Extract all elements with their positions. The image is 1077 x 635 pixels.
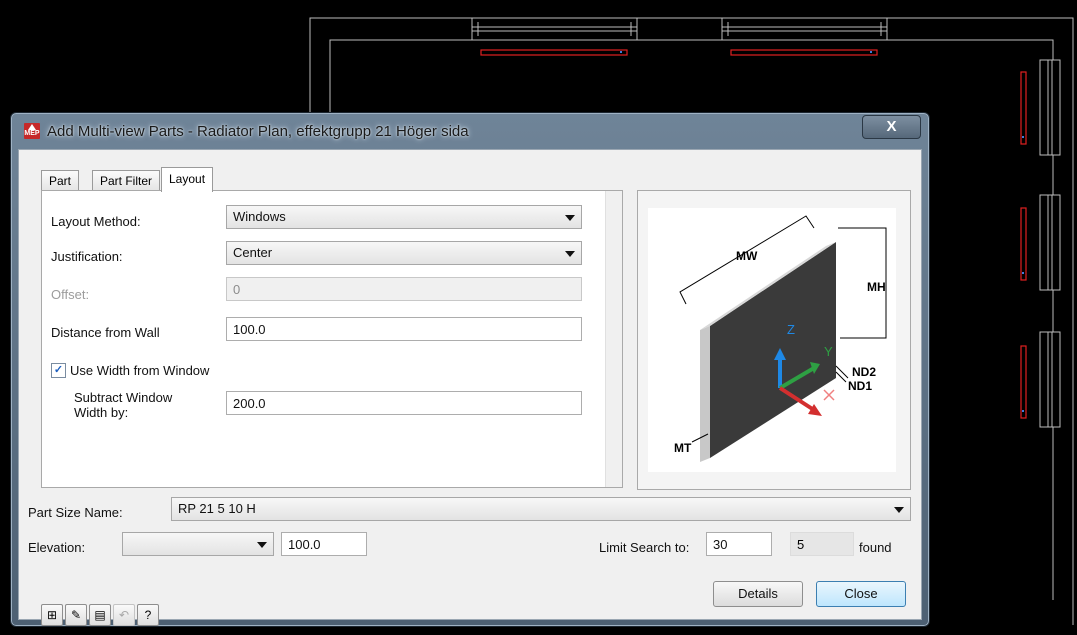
- subtract-window-width-field[interactable]: 200.0: [226, 391, 582, 415]
- tab-part-filter[interactable]: Part Filter: [92, 170, 161, 191]
- part-size-name-combo[interactable]: RP 21 5 10 H: [171, 497, 911, 521]
- subtract-window-label-line2: Width by:: [74, 405, 129, 420]
- properties-icon[interactable]: ▤: [89, 604, 111, 626]
- limit-search-label: Limit Search to:: [599, 540, 690, 555]
- radiator-panel: [710, 242, 836, 458]
- radiator-preview-frame: MW MH ND2 ND1 MT Z Y: [637, 190, 911, 490]
- layout-method-label: Layout Method:: [51, 214, 141, 229]
- y-label: Y: [824, 344, 833, 359]
- part-catalog-icon[interactable]: ⊞: [41, 604, 63, 626]
- subtract-window-label-line1: Subtract Window: [74, 390, 173, 405]
- tab-layout[interactable]: Layout: [161, 167, 214, 192]
- dialog-client-area: Part Part Filter Layout Layout Method: W…: [18, 149, 922, 626]
- dialog-title: Add Multi-view Parts - Radiator Plan, ef…: [47, 123, 469, 140]
- offset-field[interactable]: 0: [226, 277, 582, 301]
- chevron-down-icon: [565, 251, 575, 257]
- distance-from-wall-label: Distance from Wall: [51, 325, 160, 340]
- details-button[interactable]: Details: [713, 581, 803, 607]
- mh-label: MH: [867, 280, 886, 294]
- layout-tab-panel: Layout Method: Windows Justification: Ce…: [41, 190, 623, 488]
- mep-app-icon: MEP: [24, 123, 40, 139]
- undo-icon[interactable]: ↶: [113, 604, 135, 626]
- z-label: Z: [787, 322, 795, 337]
- chevron-down-icon: [257, 542, 267, 548]
- justification-combo[interactable]: Center: [226, 241, 582, 265]
- radiator-preview: MW MH ND2 ND1 MT Z Y: [648, 208, 896, 472]
- offset-label: Offset:: [51, 287, 90, 302]
- elevation-field[interactable]: 100.0: [281, 532, 367, 556]
- use-width-from-window-label[interactable]: Use Width from Window: [70, 363, 209, 378]
- tab-part[interactable]: Part: [41, 170, 80, 191]
- justification-label: Justification:: [51, 249, 123, 264]
- close-button[interactable]: Close: [816, 581, 906, 607]
- layout-method-combo[interactable]: Windows: [226, 205, 582, 229]
- match-properties-brush-icon[interactable]: ✎: [65, 604, 87, 626]
- help-icon[interactable]: ?: [137, 604, 159, 626]
- nd1-label: ND1: [848, 379, 872, 393]
- close-window-button[interactable]: X: [862, 115, 921, 139]
- chevron-down-icon: [894, 507, 904, 513]
- nd2-label: ND2: [852, 365, 876, 379]
- panel-scrollbar[interactable]: [605, 191, 622, 487]
- use-width-from-window-checkbox[interactable]: ✓: [51, 363, 66, 378]
- radiator-diagram: MW MH ND2 ND1 MT Z Y: [674, 215, 887, 462]
- found-count: 5: [790, 532, 854, 556]
- mt-label: MT: [674, 441, 692, 455]
- justification-value: Center: [233, 245, 273, 260]
- part-size-name-label: Part Size Name:: [28, 505, 123, 520]
- title-bar[interactable]: MEP Add Multi-view Parts - Radiator Plan…: [11, 113, 929, 149]
- mw-label: MW: [736, 249, 758, 263]
- distance-from-wall-field[interactable]: 100.0: [226, 317, 582, 341]
- limit-search-field[interactable]: 30: [706, 532, 772, 556]
- add-multi-view-parts-dialog: MEP Add Multi-view Parts - Radiator Plan…: [10, 112, 930, 627]
- part-size-name-value: RP 21 5 10 H: [178, 501, 256, 516]
- layout-method-value: Windows: [233, 209, 286, 224]
- found-label: found: [859, 540, 892, 555]
- chevron-down-icon: [565, 215, 575, 221]
- elevation-combo[interactable]: [122, 532, 274, 556]
- elevation-label: Elevation:: [28, 540, 86, 555]
